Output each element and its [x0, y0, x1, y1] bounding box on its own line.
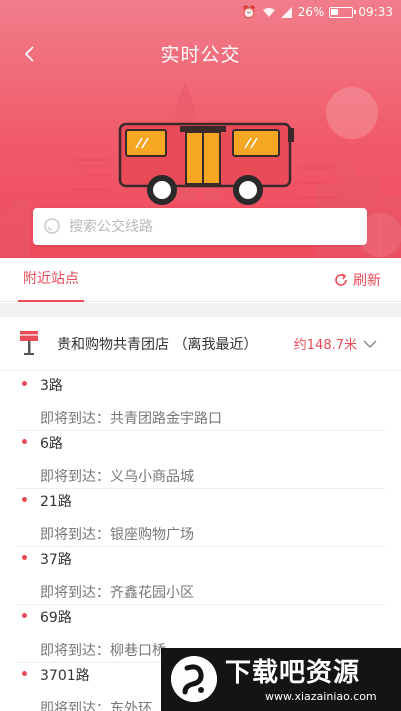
header-banner: ⏰ 26% 09:33 实时公交 [0, 0, 401, 258]
chevron-down-icon[interactable] [363, 339, 377, 349]
route-dot [22, 439, 27, 444]
alarm-icon: ⏰ [241, 5, 257, 19]
site-watermark: 下载吧资源 www.xiazainiao.com [161, 648, 401, 711]
station-distance: 约148.7米 [294, 334, 377, 353]
route-arrival: 即将到达：柳巷口桥 [40, 643, 166, 659]
route-arrival: 即将到达：银座购物广场 [40, 527, 194, 543]
search-icon [44, 218, 60, 234]
route-dot [22, 381, 27, 386]
route-number: 3路 [40, 378, 63, 394]
search-box[interactable] [33, 208, 367, 245]
route-dot [22, 497, 27, 502]
route-number: 69路 [40, 610, 72, 626]
refresh-label: 刷新 [353, 273, 381, 289]
route-arrival: 即将到达：齐鑫花园小区 [40, 585, 194, 601]
station-header[interactable]: 贵和购物共青团店 （离我最近） 约148.7米 [0, 317, 401, 371]
station-name: 贵和购物共青团店 （离我最近） [57, 337, 258, 353]
distance-value: 约148.7米 [293, 338, 357, 353]
route-arrival: 即将到达：共青团路金宇路口 [40, 411, 222, 427]
page-title: 实时公交 [160, 44, 241, 66]
route-dot [22, 555, 27, 560]
nav-bar: 实时公交 [0, 32, 401, 76]
route-item[interactable]: 3路 即将到达：共青团路金宇路口 [0, 372, 401, 431]
route-item[interactable]: 6路 即将到达：义乌小商品城 [0, 430, 401, 489]
refresh-button[interactable]: 刷新 [333, 258, 381, 302]
status-icons: ⏰ 26% 09:33 [242, 5, 393, 19]
status-bar: ⏰ 26% 09:33 [0, 0, 401, 26]
tab-bar: 附近站点 刷新 [0, 258, 401, 302]
battery-icon [329, 6, 357, 18]
watermark-title: 下载吧资源 [225, 658, 361, 688]
search-input[interactable] [69, 208, 359, 245]
clock: 09:33 [358, 5, 393, 19]
route-dot [22, 613, 27, 618]
wifi-icon [262, 7, 275, 17]
refresh-icon [335, 273, 347, 286]
route-number: 37路 [40, 552, 72, 568]
battery-percent: 26% [297, 5, 325, 19]
route-number: 6路 [40, 436, 63, 452]
route-arrival: 即将到达：义乌小商品城 [40, 469, 194, 485]
bus-illustration [118, 122, 294, 205]
route-number: 3701路 [40, 668, 90, 684]
route-item[interactable]: 37路 即将到达：齐鑫花园小区 [0, 546, 401, 605]
watermark-url: www.xiazainiao.com [265, 690, 377, 703]
watermark-logo [171, 656, 217, 702]
bus-stop-sign-icon [20, 331, 38, 355]
section-gap [0, 303, 401, 317]
tab-nearby-stations[interactable]: 附近站点 [18, 258, 84, 302]
route-item[interactable]: 21路 即将到达：银座购物广场 [0, 488, 401, 547]
route-dot [22, 671, 27, 676]
route-arrival: 即将到达：东外环 [40, 701, 152, 711]
route-number: 21路 [40, 494, 72, 510]
signal-icon [280, 6, 292, 18]
